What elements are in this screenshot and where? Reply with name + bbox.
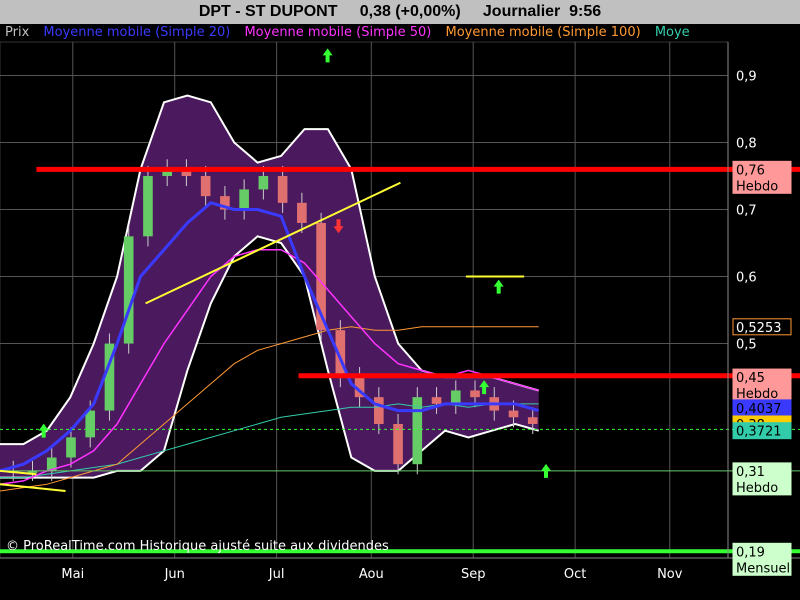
x-tick-label: Sep (461, 567, 486, 582)
candle-body (277, 176, 288, 203)
candle-body (239, 189, 249, 210)
candle-body (85, 410, 96, 438)
level-label-value: 0,5253 (736, 321, 782, 336)
candle-body (200, 176, 211, 197)
arrow-up-icon (493, 279, 504, 294)
level-label-value: 0,76 (736, 163, 765, 178)
y-tick-label: 0,8 (736, 137, 757, 152)
x-tick-label: Jul (268, 567, 285, 582)
candle-body (527, 417, 538, 424)
level-label-period: Mensuel (736, 561, 790, 576)
x-tick-label: Mai (61, 567, 84, 582)
y-tick-label: 0,9 (736, 70, 757, 85)
y-tick-label: 0,7 (736, 204, 757, 219)
x-tick-label: Aou (359, 567, 384, 582)
y-tick-label: 0,6 (736, 271, 757, 286)
candle-body (258, 176, 269, 190)
candle-body (450, 390, 461, 404)
level-label-value: 0,19 (736, 545, 765, 560)
y-tick-label: 0,5 (736, 338, 757, 353)
candle-body (431, 397, 442, 404)
level-label-value: 0,4037 (736, 402, 782, 417)
copyright: © ProRealTime.com Historique ajusté suit… (6, 539, 389, 554)
level-label-value: 0,45 (736, 371, 765, 386)
price-chart[interactable]: 0,9 0,8 0,7 0,6 0,5 Mai Jun Jul Aou Sep Oct Nov 0,76… (0, 0, 800, 600)
candle-body (66, 437, 76, 458)
candle-body (297, 202, 307, 223)
x-tick-label: Nov (657, 567, 683, 582)
candle-body (123, 236, 134, 344)
candle-body (470, 390, 480, 398)
candle-body (393, 423, 403, 465)
candle-body (374, 397, 384, 424)
x-tick-label: Oct (564, 567, 586, 582)
level-label-period: Hebdo (736, 481, 778, 496)
level-label-value: 0,31 (736, 465, 765, 480)
level-label-period: Hebdo (736, 179, 778, 194)
candle-body (508, 410, 519, 418)
candle-body (143, 176, 153, 237)
arrow-up-icon (541, 463, 551, 478)
level-label-value: 0,3721 (736, 425, 782, 440)
x-tick-label: Jun (164, 567, 185, 582)
arrow-up-icon (322, 48, 333, 63)
